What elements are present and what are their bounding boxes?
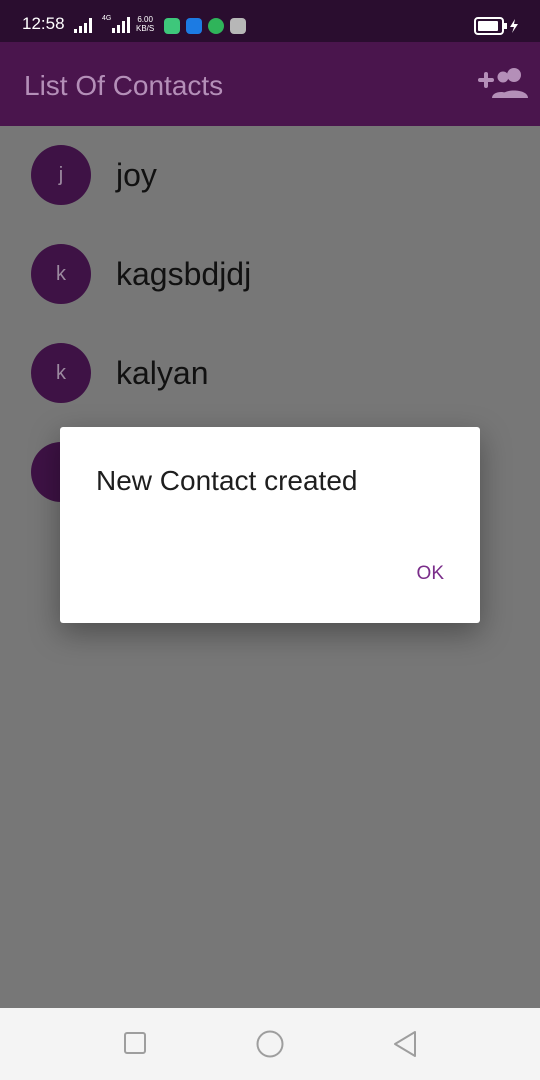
list-item[interactable]: j joy: [0, 145, 540, 225]
network-type-label: 4G: [102, 15, 112, 22]
system-navigation-bar: [0, 1008, 540, 1080]
recent-apps-icon[interactable]: [124, 1032, 146, 1054]
avatar: k: [31, 244, 91, 304]
avatar: k: [31, 343, 91, 403]
add-contact-icon[interactable]: [478, 66, 528, 102]
network-speed: 6.00 KB/S: [136, 15, 154, 33]
contact-name: joy: [116, 157, 157, 193]
app-bar: List Of Contacts: [0, 42, 540, 126]
signal-strength-2-icon: [112, 17, 130, 33]
speed-unit: KB/S: [136, 24, 155, 33]
notification-app-2-icon: [186, 18, 202, 34]
status-time: 12:58: [22, 14, 65, 33]
dialog-message: New Contact created: [96, 465, 358, 496]
list-item[interactable]: k kalyan: [0, 343, 540, 423]
notification-app-icon: [164, 18, 180, 34]
avatar: j: [31, 145, 91, 205]
signal-strength-icon: [74, 18, 92, 33]
home-icon[interactable]: [256, 1030, 284, 1058]
drive-icon: [230, 18, 246, 34]
battery-charging-icon: [474, 17, 518, 35]
ok-button[interactable]: OK: [417, 563, 444, 585]
list-item[interactable]: k kagsbdjdj: [0, 244, 540, 324]
speed-value: 6.00: [137, 15, 153, 24]
page-title: List Of Contacts: [24, 70, 224, 101]
contact-name: kalyan: [116, 355, 209, 391]
back-icon[interactable]: [392, 1030, 418, 1058]
status-bar: 12:58 4G 6.00 KB/S: [0, 0, 540, 42]
whatsapp-icon: [208, 18, 224, 34]
contact-name: kagsbdjdj: [116, 256, 252, 292]
alert-dialog: New Contact created OK: [60, 427, 480, 623]
